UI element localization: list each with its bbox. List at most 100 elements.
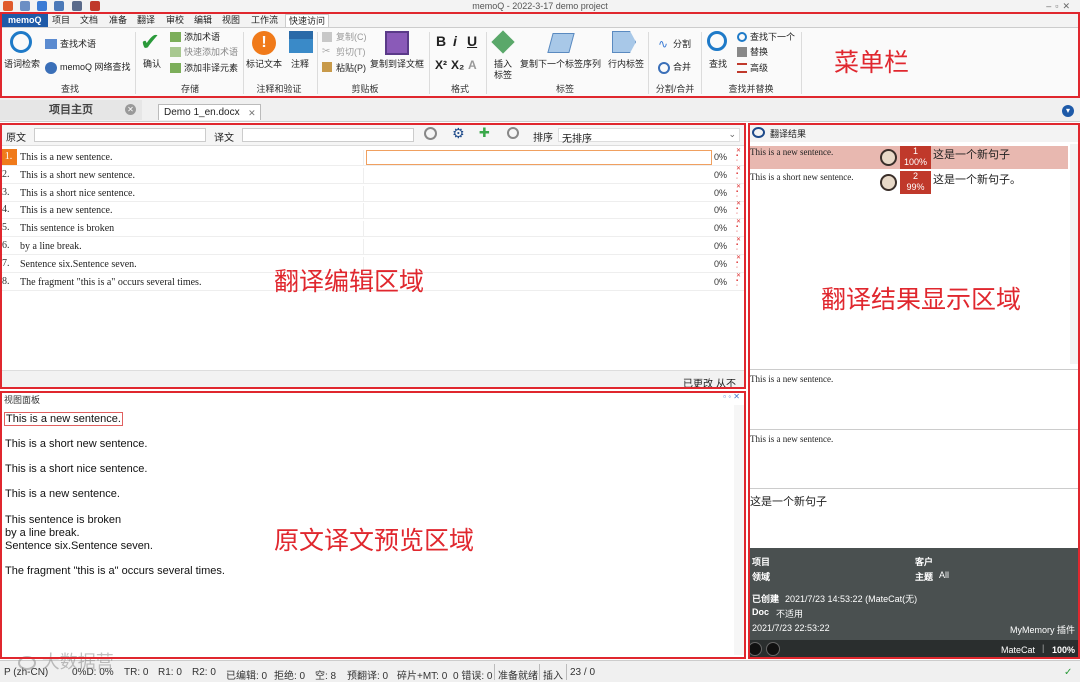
copy-to-target-button[interactable]: 复制到译文框 xyxy=(370,59,424,70)
preview-line[interactable]: This is a new sentence. xyxy=(4,412,123,426)
meta-domain-label: 领域 xyxy=(752,572,771,582)
segment-number: 6. xyxy=(2,240,10,251)
tm-match-icon xyxy=(880,174,897,191)
join-button[interactable]: 合并 xyxy=(673,62,691,73)
add-filter-icon[interactable]: ✚ xyxy=(479,126,490,140)
tab-review[interactable]: 审校 xyxy=(163,14,187,27)
segment-status-icon: ✕ ▪ ◦ xyxy=(736,148,742,164)
sort-select[interactable]: 无排序 ⌄ xyxy=(558,128,740,145)
paste-button[interactable]: 粘贴(P) xyxy=(336,63,366,74)
close-icon[interactable]: ✕ xyxy=(248,105,256,121)
search-icon[interactable] xyxy=(424,127,437,140)
preview-line[interactable]: The fragment "this is a" occurs several … xyxy=(5,565,225,577)
ribbon-separator xyxy=(701,32,702,94)
superscript-icon[interactable]: X² xyxy=(435,59,447,71)
add-nontrans-button[interactable]: 添加非译元素 xyxy=(184,63,238,74)
term-search-button[interactable]: 语词检索 xyxy=(4,59,40,70)
web-search-button[interactable]: memoQ 网络查找 xyxy=(60,62,131,73)
close-icon[interactable]: ✕ xyxy=(125,104,136,115)
segment-row[interactable]: 3. This is a short nice sentence. 0% ✕ ▪ ◦ xyxy=(0,184,746,202)
tab-translate[interactable]: 翻译 xyxy=(134,14,158,27)
result-item[interactable]: This is a short new sentence. 2 99% 这是一个新… xyxy=(748,171,1068,194)
segment-match-percent: 0% xyxy=(714,152,728,162)
segment-target-input[interactable] xyxy=(366,150,712,165)
copy-button[interactable]: 复制(C) xyxy=(336,32,367,43)
segment-target-input[interactable] xyxy=(366,186,712,201)
segment-target-input[interactable] xyxy=(366,239,712,254)
window-controls[interactable]: –▫✕ xyxy=(1046,0,1074,12)
tab-workflow[interactable]: 工作流 xyxy=(248,14,281,27)
tab-project-home[interactable]: 项目主页 ✕ xyxy=(0,100,142,120)
segment-target-input[interactable] xyxy=(366,168,712,183)
result-target: 这是一个新句子。 xyxy=(933,174,1021,186)
preview-line[interactable]: This is a short new sentence. xyxy=(5,438,147,450)
panel-controls[interactable]: ▫ ◦ ✕ xyxy=(723,392,740,401)
quick-add-term-button[interactable]: 快速添加术语 xyxy=(184,47,238,58)
bold-icon[interactable]: B xyxy=(436,34,446,48)
tab-project-home-label: 项目主页 xyxy=(49,104,93,116)
preview-line[interactable]: by a line break. xyxy=(5,527,80,539)
preview-line[interactable]: This is a new sentence. xyxy=(5,488,120,500)
tab-document-file[interactable]: Demo 1_en.docx ✕ xyxy=(158,104,261,120)
segment-target-input[interactable] xyxy=(366,203,712,218)
italic-icon[interactable]: i xyxy=(453,34,457,48)
segment-target-input[interactable] xyxy=(366,221,712,236)
segment-row[interactable]: 4. This is a new sentence. 0% ✕ ▪ ◦ xyxy=(0,201,746,220)
segment-row[interactable]: 1. This is a new sentence. 0% ✕ ▪ ◦ xyxy=(0,148,746,166)
segment-row[interactable]: 6. by a line break. 0% ✕ ▪ ◦ xyxy=(0,237,746,255)
segment-number: 8. xyxy=(2,275,10,287)
tab-document[interactable]: 文档 xyxy=(77,14,101,27)
changed-value: 从不 xyxy=(716,379,736,390)
replace-icon xyxy=(737,47,747,57)
segment-row[interactable]: 2. This is a short new sentence. 0% ✕ ▪ ◦ xyxy=(0,166,746,184)
target-filter-input[interactable] xyxy=(242,128,414,142)
advanced-button[interactable]: 高级 xyxy=(750,63,768,74)
segment-number: 1. xyxy=(0,149,17,165)
comment-button[interactable]: 注释 xyxy=(291,59,309,70)
cut-button[interactable]: 剪切(T) xyxy=(336,47,366,58)
tab-view[interactable]: 视图 xyxy=(219,14,243,27)
tab-quick-access[interactable]: 快速访问 xyxy=(285,14,330,27)
mark-text-button[interactable]: 标记文本 xyxy=(246,59,282,70)
engine-icon xyxy=(748,642,762,656)
segment-status-icon: ✕ ▪ ◦ xyxy=(736,219,742,236)
preview-line[interactable]: This is a short nice sentence. xyxy=(5,463,147,475)
find-term-button[interactable]: 查找术语 xyxy=(60,39,96,50)
watermark: 大数据营 xyxy=(18,648,114,674)
result-item[interactable]: This is a new sentence. 1 100% 这是一个新句子 xyxy=(748,146,1068,169)
tab-project[interactable]: 项目 xyxy=(49,14,73,27)
inline-tags-button[interactable]: 行内标签 xyxy=(608,59,644,70)
copy-tags-icon xyxy=(547,33,575,53)
results-header: 翻译结果 xyxy=(748,124,1080,142)
eye-icon xyxy=(752,127,765,138)
preview-line[interactable]: Sentence six.Sentence seven. xyxy=(5,540,153,552)
underline-icon[interactable]: U xyxy=(467,34,477,48)
window-title: memoQ - 2022-3-17 demo project xyxy=(472,1,608,11)
tab-prepare[interactable]: 准备 xyxy=(106,14,130,27)
preview-scrollbar[interactable] xyxy=(734,405,744,655)
tab-edit[interactable]: 编辑 xyxy=(191,14,215,27)
tab-memoq[interactable]: memoQ xyxy=(2,14,48,27)
gear-icon[interactable]: ⚙ xyxy=(452,126,465,140)
find-button[interactable]: 查找 xyxy=(709,59,727,70)
results-scrollbar[interactable] xyxy=(1070,144,1078,364)
subscript-icon[interactable]: X₂ xyxy=(451,59,464,71)
source-filter-input[interactable] xyxy=(34,128,206,142)
segment-source: by a line break. xyxy=(20,239,364,254)
add-term-button[interactable]: 添加术语 xyxy=(184,32,220,43)
find-next-button[interactable]: 查找下一个 xyxy=(750,32,795,43)
meta-subject-value: All xyxy=(939,570,950,580)
replace-button[interactable]: 替换 xyxy=(750,47,768,58)
insert-tag-button[interactable]: 插入标签 xyxy=(494,59,514,81)
tab-document-file-label: Demo 1_en.docx xyxy=(164,107,240,118)
split-button[interactable]: 分割 xyxy=(673,39,691,50)
confirm-button[interactable]: 确认 xyxy=(143,59,161,70)
zoom-icon[interactable] xyxy=(507,127,519,139)
help-icon[interactable]: ▾ xyxy=(1062,105,1074,117)
copy-next-tags-button[interactable]: 复制下一个标签序列 xyxy=(520,59,601,70)
preview-line[interactable]: This sentence is broken xyxy=(5,514,121,526)
chevron-down-icon: ⌄ xyxy=(728,129,736,139)
segment-row[interactable]: 5. This sentence is broken 0% ✕ ▪ ◦ xyxy=(0,219,746,238)
font-icon[interactable]: A xyxy=(468,59,477,71)
scissors-icon: ✂ xyxy=(322,46,331,57)
